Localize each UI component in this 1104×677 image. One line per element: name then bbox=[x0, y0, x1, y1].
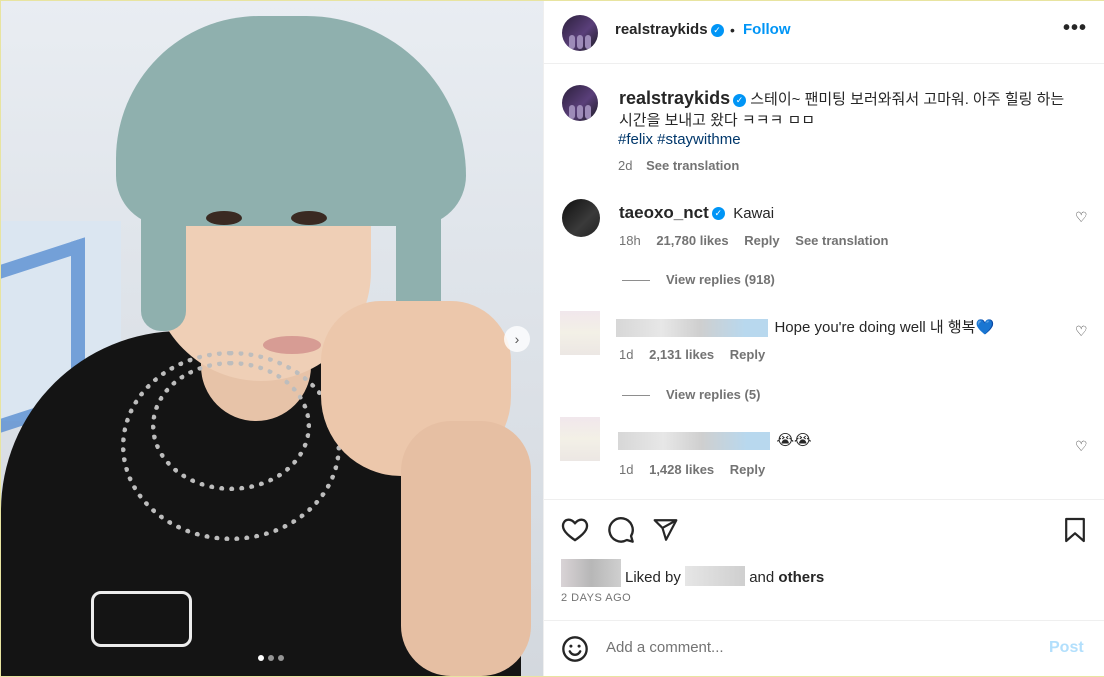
comment-avatar[interactable] bbox=[562, 199, 600, 237]
comment-text: Hope you're doing well 내 행복💙 bbox=[774, 319, 995, 336]
hair-right bbox=[396, 121, 441, 331]
liked-by-user-redacted[interactable] bbox=[685, 566, 746, 586]
follow-button[interactable]: Follow bbox=[743, 21, 791, 38]
see-translation-link[interactable]: See translation bbox=[646, 158, 739, 173]
comment-likes[interactable]: 1,428 likes bbox=[649, 462, 714, 477]
verified-icon: ✓ bbox=[733, 93, 747, 107]
action-bar bbox=[544, 499, 1104, 543]
reply-button[interactable]: Reply bbox=[744, 233, 779, 248]
carousel-dot-3[interactable] bbox=[278, 655, 284, 661]
carousel-dot-1[interactable] bbox=[258, 655, 264, 661]
comment-meta: 1d 1,428 likes Reply bbox=[619, 462, 765, 477]
comment-1: taeoxo_nct ✓ Kawai bbox=[619, 203, 774, 223]
send-icon[interactable] bbox=[652, 517, 679, 548]
comment-bar: Add a comment... Post bbox=[544, 620, 1104, 677]
header-username[interactable]: realstraykids ✓ bbox=[615, 21, 724, 38]
comment-like-heart-icon[interactable]: ♡ bbox=[1075, 323, 1088, 340]
reply-button[interactable]: Reply bbox=[730, 462, 765, 477]
post-header: realstraykids ✓ • Follow ••• bbox=[544, 1, 1104, 64]
emoji-icon[interactable] bbox=[561, 635, 589, 668]
more-options-icon[interactable]: ••• bbox=[1063, 17, 1087, 40]
caption: realstraykids ✓ 스테이~ 팬미팅 보러와줘서 고마워. 아주 힐링… bbox=[619, 88, 1069, 131]
shirt-logo bbox=[91, 591, 192, 647]
view-replies-button[interactable]: View replies (918) bbox=[622, 272, 775, 287]
hair-left bbox=[141, 131, 186, 331]
liked-by-line: Liked by and others bbox=[625, 566, 824, 586]
reply-button[interactable]: Reply bbox=[730, 347, 765, 362]
comment-time[interactable]: 1d bbox=[619, 462, 633, 477]
comment-like-heart-icon[interactable]: ♡ bbox=[1075, 438, 1088, 455]
see-translation-link[interactable]: See translation bbox=[795, 233, 888, 248]
comment-username-redacted[interactable] bbox=[618, 431, 770, 450]
arm bbox=[401, 421, 531, 676]
right-eye bbox=[291, 211, 327, 225]
caption-hashtags[interactable]: #felix #staywithme bbox=[618, 131, 741, 148]
liked-by-others[interactable]: others bbox=[778, 569, 824, 586]
caption-avatar[interactable] bbox=[562, 85, 598, 121]
comment-time[interactable]: 18h bbox=[619, 233, 641, 248]
view-replies-button[interactable]: View replies (5) bbox=[622, 387, 760, 402]
comment-icon[interactable] bbox=[607, 516, 635, 549]
view-replies-label[interactable]: View replies (5) bbox=[666, 387, 760, 402]
caption-username[interactable]: realstraykids bbox=[619, 88, 730, 108]
caption-meta: 2d See translation bbox=[618, 158, 739, 173]
comment-time[interactable]: 1d bbox=[619, 347, 633, 362]
liked-by-and: and bbox=[749, 569, 775, 586]
comment-meta: 1d 2,131 likes Reply bbox=[619, 347, 765, 362]
post-image[interactable]: › bbox=[1, 1, 543, 676]
verified-icon: ✓ bbox=[710, 23, 724, 37]
comment-avatar[interactable] bbox=[560, 311, 600, 355]
bookmark-icon[interactable] bbox=[1064, 516, 1086, 549]
chevron-right-icon: › bbox=[514, 331, 520, 347]
avatar[interactable] bbox=[562, 15, 598, 51]
verified-icon: ✓ bbox=[711, 207, 725, 221]
view-replies-label[interactable]: View replies (918) bbox=[666, 272, 775, 287]
post-side-panel: realstraykids ✓ • Follow ••• realstraykid… bbox=[543, 1, 1104, 676]
comment-likes[interactable]: 2,131 likes bbox=[649, 347, 714, 362]
carousel-next-button[interactable]: › bbox=[504, 326, 530, 352]
comment-likes[interactable]: 21,780 likes bbox=[656, 233, 728, 248]
liked-by-prefix: Liked by bbox=[625, 569, 681, 586]
caption-time[interactable]: 2d bbox=[618, 158, 632, 173]
comment-text: Kawai bbox=[733, 205, 775, 222]
comment-3: 😭😭 bbox=[618, 431, 812, 450]
separator-dot: • bbox=[730, 22, 735, 38]
comment-username-redacted[interactable] bbox=[616, 318, 768, 337]
comment-meta: 18h 21,780 likes Reply See translation bbox=[619, 233, 888, 248]
comment-like-heart-icon[interactable]: ♡ bbox=[1075, 209, 1088, 226]
heart-icon[interactable] bbox=[561, 516, 589, 547]
lips bbox=[263, 336, 321, 354]
carousel-dots bbox=[258, 655, 284, 661]
carousel-dot-2[interactable] bbox=[268, 655, 274, 661]
left-eye bbox=[206, 211, 242, 225]
post-time[interactable]: 2 DAYS AGO bbox=[561, 592, 631, 604]
comment-input[interactable]: Add a comment... bbox=[606, 639, 724, 656]
pearl-necklace bbox=[151, 361, 311, 491]
comment-avatar[interactable] bbox=[560, 417, 600, 461]
comment-text: 😭😭 bbox=[776, 432, 812, 449]
comment-2: Hope you're doing well 내 행복💙 bbox=[616, 316, 994, 337]
post-comment-button[interactable]: Post bbox=[1049, 639, 1084, 657]
username-text[interactable]: realstraykids bbox=[615, 21, 708, 38]
comment-username[interactable]: taeoxo_nct bbox=[619, 203, 709, 222]
liked-by-avatars[interactable] bbox=[561, 559, 621, 587]
